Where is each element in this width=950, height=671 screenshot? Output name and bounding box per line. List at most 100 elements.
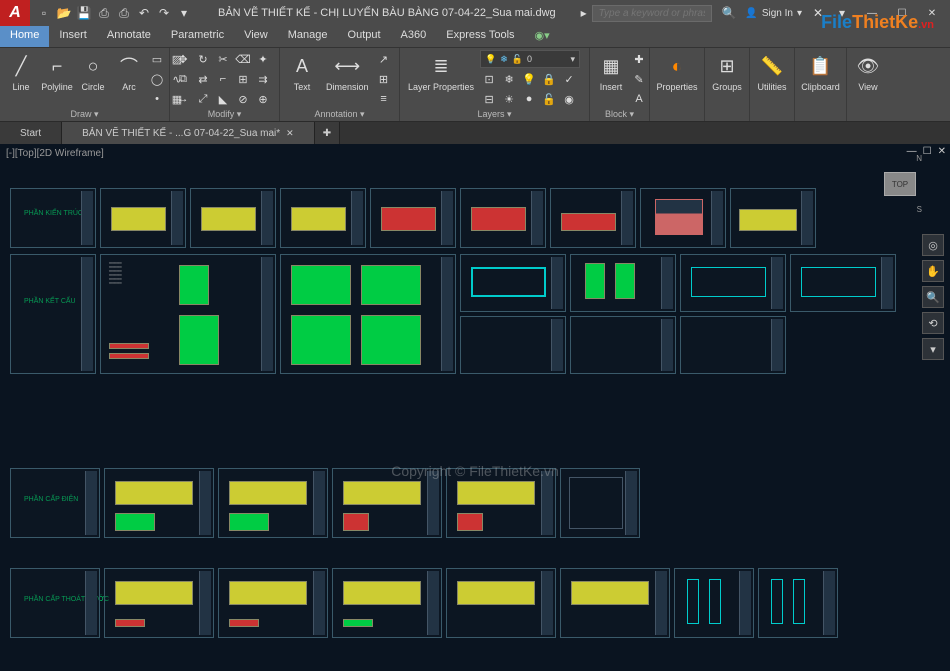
panel-groups: ⊞Groups xyxy=(705,48,750,121)
tab-focus[interactable]: ◉▾ xyxy=(525,26,560,47)
attr-icon[interactable]: A xyxy=(630,90,648,108)
array-icon[interactable]: ⊞ xyxy=(234,70,252,88)
laythw-icon[interactable]: ☀ xyxy=(500,90,518,108)
tab-manage[interactable]: Manage xyxy=(278,26,338,47)
close-tab-icon[interactable]: ✕ xyxy=(286,128,294,139)
ellipse-icon[interactable]: ◯ xyxy=(148,70,166,88)
new-icon[interactable]: ▫ xyxy=(36,5,52,21)
erase-icon[interactable]: ⌫ xyxy=(234,50,252,68)
close-button[interactable]: ✕ xyxy=(918,2,946,24)
panel-modify-title[interactable]: Modify ▾ xyxy=(174,108,275,121)
break-icon[interactable]: ⊘ xyxy=(234,90,252,108)
vp-close-icon[interactable]: ✕ xyxy=(938,146,946,157)
layoff-icon[interactable]: 💡 xyxy=(520,70,538,88)
leader-icon[interactable]: ↗ xyxy=(375,50,393,68)
compass-n: N xyxy=(916,154,922,163)
panel-block-title[interactable]: Block ▾ xyxy=(594,108,645,121)
panel-draw-title[interactable]: Draw ▾ xyxy=(4,108,165,121)
qat-dropdown-icon[interactable]: ▾ xyxy=(176,5,192,21)
arc-button[interactable]: ⌒Arc xyxy=(112,50,146,94)
maximize-button[interactable]: ☐ xyxy=(888,2,916,24)
scale-icon[interactable]: ⤢ xyxy=(194,90,212,108)
tab-output[interactable]: Output xyxy=(338,26,391,47)
clipboard-button[interactable]: 📋Clipboard xyxy=(799,50,842,94)
help-dropdown-icon[interactable]: ▾ xyxy=(834,5,850,21)
panel-layers-title[interactable]: Layers ▾ xyxy=(404,108,585,121)
chamfer-icon[interactable]: ◣ xyxy=(214,90,232,108)
line-button[interactable]: ╱Line xyxy=(4,50,38,94)
laylck-icon[interactable]: 🔒 xyxy=(540,70,558,88)
current-layer: 0 xyxy=(527,54,532,64)
tab-parametric[interactable]: Parametric xyxy=(161,26,234,47)
layuniso-icon[interactable]: ⊟ xyxy=(480,90,498,108)
saveas-icon[interactable]: ⎙ xyxy=(96,5,112,21)
tab-annotate[interactable]: Annotate xyxy=(97,26,161,47)
laymch-icon[interactable]: ✓ xyxy=(560,70,578,88)
title-search-icon[interactable]: ▸ xyxy=(576,5,592,21)
join-icon[interactable]: ⊕ xyxy=(254,90,272,108)
layulk-icon[interactable]: 🔓 xyxy=(540,90,558,108)
file-tabs: Start BẢN VẼ THIẾT KẾ - ...G 07-04-22_Su… xyxy=(0,122,950,144)
laycur-icon[interactable]: ◉ xyxy=(560,90,578,108)
file-tab-add[interactable]: ✚ xyxy=(315,122,340,144)
rect-icon[interactable]: ▭ xyxy=(148,50,166,68)
offset-icon[interactable]: ⇉ xyxy=(254,70,272,88)
move-icon[interactable]: ✥ xyxy=(174,50,192,68)
layiso-icon[interactable]: ⊡ xyxy=(480,70,498,88)
app-logo[interactable]: A xyxy=(0,0,30,26)
exchange-icon[interactable]: ✕ xyxy=(810,5,826,21)
trim-icon[interactable]: ✂ xyxy=(214,50,232,68)
layon-icon[interactable]: ● xyxy=(520,90,538,108)
open-icon[interactable]: 📂 xyxy=(56,5,72,21)
mtext-icon[interactable]: ≡ xyxy=(375,90,393,108)
minimize-button[interactable]: — xyxy=(858,2,886,24)
redo-icon[interactable]: ↷ xyxy=(156,5,172,21)
insert-button[interactable]: ▦Insert xyxy=(594,50,628,94)
tab-view[interactable]: View xyxy=(234,26,278,47)
file-tab-doc[interactable]: BẢN VẼ THIẾT KẾ - ...G 07-04-22_Sua mai*… xyxy=(62,122,315,144)
table-icon[interactable]: ⊞ xyxy=(375,70,393,88)
layer-properties-button[interactable]: ≣Layer Properties xyxy=(404,50,478,94)
panel-modify: ✥ ↻ ✂ ⌫ ✦ ⧉ ⇄ ⌐ ⊞ ⇉ ↔ ⤢ ◣ ⊘ ⊕ Modify ▾ xyxy=(170,48,280,121)
file-tab-start[interactable]: Start xyxy=(0,122,62,144)
rotate-icon[interactable]: ↻ xyxy=(194,50,212,68)
circle-button[interactable]: ○Circle xyxy=(76,50,110,94)
groups-button[interactable]: ⊞Groups xyxy=(709,50,745,94)
tab-a360[interactable]: A360 xyxy=(391,26,437,47)
stretch-icon[interactable]: ↔ xyxy=(174,90,192,108)
tab-express[interactable]: Express Tools xyxy=(436,26,524,47)
edit-block-icon[interactable]: ✎ xyxy=(630,70,648,88)
drawing-area: PHẦN KIẾN TRÚC PHẦN KẾT CẤU ━━━━━━━━━━━━… xyxy=(10,168,940,661)
copy-icon[interactable]: ⧉ xyxy=(174,70,192,88)
properties-button[interactable]: ◐Properties xyxy=(654,50,700,94)
dimension-button[interactable]: ⟷Dimension xyxy=(322,50,373,94)
panel-properties: ◐Properties xyxy=(650,48,705,121)
signin-label: Sign In xyxy=(762,8,793,19)
utilities-button[interactable]: 📏Utilities xyxy=(754,50,790,94)
panel-annotation-title[interactable]: Annotation ▾ xyxy=(284,108,395,121)
viewport-label[interactable]: [-][Top][2D Wireframe] xyxy=(6,148,104,159)
fillet-icon[interactable]: ⌐ xyxy=(214,70,232,88)
search-input[interactable] xyxy=(592,5,712,22)
tab-insert[interactable]: Insert xyxy=(49,26,97,47)
panel-clipboard: 📋Clipboard xyxy=(795,48,847,121)
save-icon[interactable]: 💾 xyxy=(76,5,92,21)
undo-icon[interactable]: ↶ xyxy=(136,5,152,21)
layfrz-icon[interactable]: ❄ xyxy=(500,70,518,88)
polyline-button[interactable]: ⌐Polyline xyxy=(40,50,74,94)
panel-utilities: 📏Utilities xyxy=(750,48,795,121)
mirror-icon[interactable]: ⇄ xyxy=(194,70,212,88)
quick-access-toolbar: ▫ 📂 💾 ⎙ ⎙ ↶ ↷ ▾ xyxy=(30,5,198,21)
tab-home[interactable]: Home xyxy=(0,26,49,47)
signin-button[interactable]: 👤 Sign In ▾ xyxy=(745,8,802,19)
view-button[interactable]: 👁View xyxy=(851,50,885,94)
create-block-icon[interactable]: ✚ xyxy=(630,50,648,68)
print-icon[interactable]: ⎙ xyxy=(116,5,132,21)
point-icon[interactable]: • xyxy=(148,90,166,108)
text-button[interactable]: AText xyxy=(284,50,320,94)
viewport[interactable]: [-][Top][2D Wireframe] — ☐ ✕ N TOP S ◎ ✋… xyxy=(0,144,950,671)
panel-block: ▦Insert ✚ ✎ A Block ▾ xyxy=(590,48,650,121)
explode-icon[interactable]: ✦ xyxy=(254,50,272,68)
layer-dropdown[interactable]: 💡❄🔓 0 ▾ xyxy=(480,50,580,68)
infocentre-icon[interactable]: 🔍 xyxy=(721,5,737,21)
